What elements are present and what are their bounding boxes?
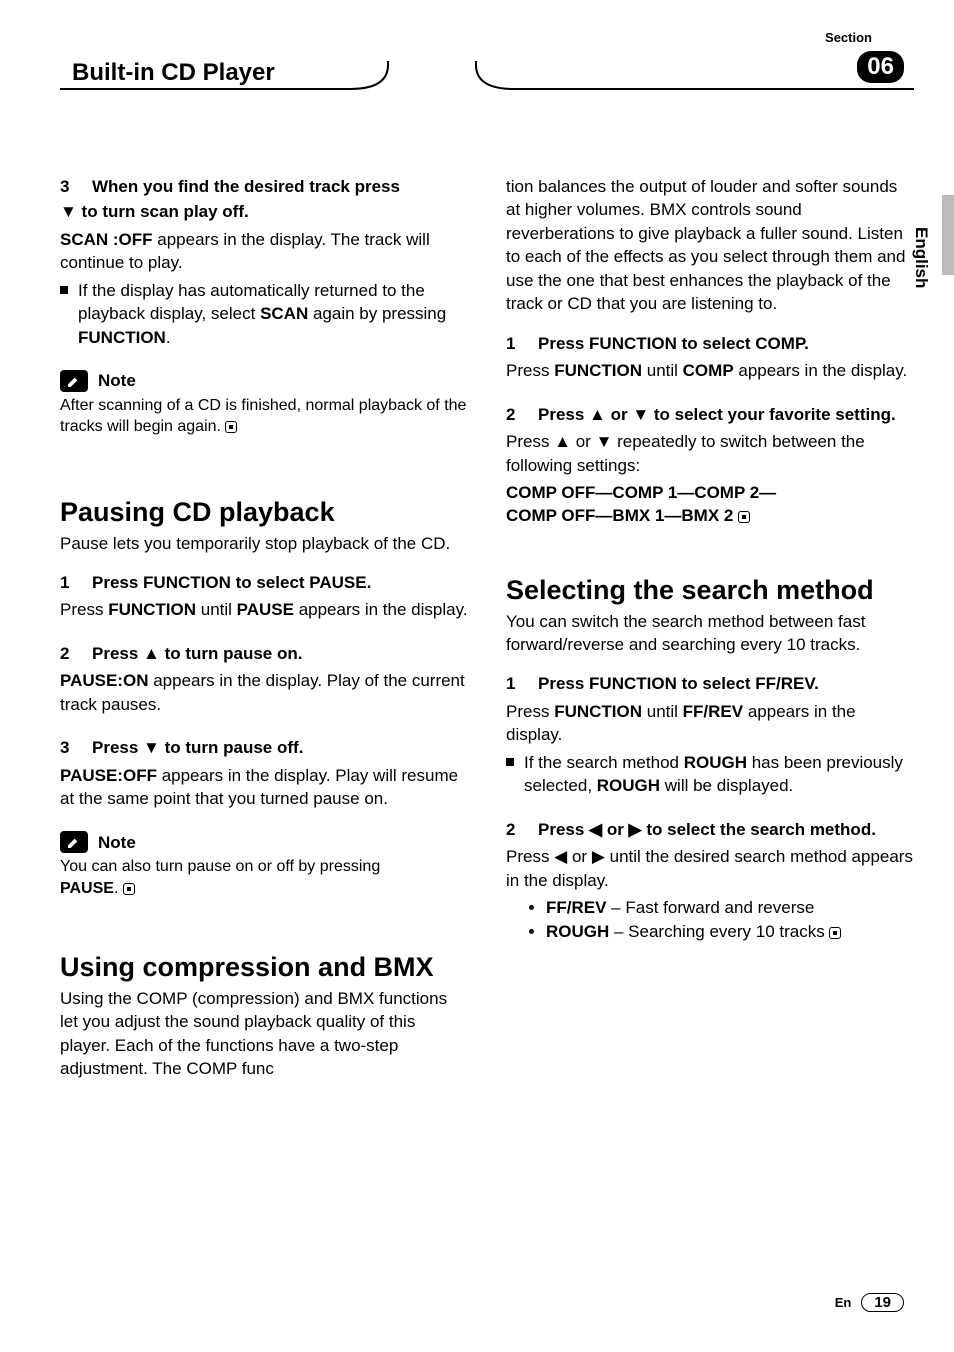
footer-lang: En: [835, 1295, 852, 1310]
footer-page-number: 19: [861, 1293, 904, 1312]
t: – Searching every 10 tracks: [609, 922, 824, 941]
pause-step1: 1Press FUNCTION to select PAUSE. Press F…: [60, 571, 468, 622]
search-s1-lead: Press FUNCTION to select FF/REV.: [538, 674, 819, 693]
scan-bullet-c: again by pressing: [308, 304, 446, 323]
t: appears in the display.: [734, 361, 908, 380]
list-item: ROUGH – Searching every 10 tracks: [546, 920, 914, 943]
t: ROUGH: [597, 776, 660, 795]
pause-s2-lead: Press ▲ to turn pause on.: [92, 644, 302, 663]
comp-s2-lead: Press ▲ or ▼ to select your favorite set…: [538, 405, 896, 424]
pill-outline-right: [474, 55, 914, 91]
t: PAUSE: [60, 880, 114, 897]
end-mark-icon: [123, 883, 135, 895]
t: COMP: [683, 361, 734, 380]
note-row: Note: [60, 369, 468, 392]
t: Press: [506, 702, 554, 721]
t: until: [196, 600, 237, 619]
t: ROUGH: [546, 922, 609, 941]
search-s2-lead: Press ◀ or ▶ to select the search method…: [538, 820, 876, 839]
square-bullet-icon: [506, 758, 514, 766]
search-heading: Selecting the search method: [506, 576, 914, 606]
chapter-number-badge: 06: [857, 51, 904, 83]
t: PAUSE:OFF: [60, 766, 157, 785]
search-intro: You can switch the search method between…: [506, 610, 914, 657]
t: ROUGH: [684, 753, 747, 772]
header: Section Built-in CD Player 06 English: [60, 55, 914, 105]
t: PAUSE: [237, 600, 294, 619]
t: COMP 1: [612, 483, 677, 502]
pause-s1-lead: Press FUNCTION to select PAUSE.: [92, 573, 371, 592]
page: Section Built-in CD Player 06 English 3W…: [0, 0, 954, 1352]
t: COMP 2: [694, 483, 759, 502]
t: FUNCTION: [108, 600, 196, 619]
square-bullet-icon: [60, 286, 68, 294]
pause-note-body: You can also turn pause on or off by pre…: [60, 856, 468, 899]
comp-step1: 1Press FUNCTION to select COMP. Press FU…: [506, 332, 914, 383]
comp-step2: 2Press ▲ or ▼ to select your favorite se…: [506, 403, 914, 528]
t: COMP OFF: [506, 506, 595, 525]
t: If the search method: [524, 753, 684, 772]
t: until: [642, 702, 683, 721]
comp-s1-lead: Press FUNCTION to select COMP.: [538, 334, 809, 353]
scan-note-body: After scanning of a CD is finished, norm…: [60, 395, 468, 438]
end-mark-icon: [738, 511, 750, 523]
pause-s3-lead: Press ▼ to turn pause off.: [92, 738, 303, 757]
comp-cont: tion balances the output of louder and s…: [506, 175, 914, 316]
footer: En 19: [835, 1293, 904, 1312]
t: appears in the display.: [294, 600, 468, 619]
comp-settings: COMP OFF—COMP 1—COMP 2— COMP OFF—BMX 1—B…: [506, 481, 914, 528]
list-item: FF/REV – Fast forward and reverse: [546, 896, 914, 919]
scan-bullet-b: SCAN: [260, 304, 308, 323]
language-tab: [942, 195, 954, 275]
search-step2: 2Press ◀ or ▶ to select the search metho…: [506, 818, 914, 943]
chapter-number-pill: 06: [474, 55, 914, 91]
pause-heading: Pausing CD playback: [60, 498, 468, 528]
comp-intro: Using the COMP (compression) and BMX fun…: [60, 987, 468, 1081]
note-label-2: Note: [98, 831, 136, 854]
t: FUNCTION: [554, 361, 642, 380]
t: until: [642, 361, 683, 380]
pause-step2: 2Press ▲ to turn pause on. PAUSE:ON appe…: [60, 642, 468, 716]
section-label: Section: [825, 30, 872, 45]
note-pencil-icon: [60, 831, 88, 853]
scan-off-label: SCAN :OFF: [60, 230, 153, 249]
right-column: tion balances the output of louder and s…: [506, 175, 914, 1085]
comp-s2-body: Press ▲ or ▼ repeatedly to switch betwee…: [506, 430, 914, 477]
scan-step3: 3When you find the desired track press ▼…: [60, 175, 468, 349]
step3-lead-a: When you find the desired track press: [92, 177, 400, 196]
language-label: English: [911, 227, 931, 288]
t: FF/REV: [546, 898, 606, 917]
t: You can also turn pause on or off by pre…: [60, 858, 380, 875]
t: – Fast forward and reverse: [606, 898, 814, 917]
pause-intro: Pause lets you temporarily stop playback…: [60, 532, 468, 555]
content-columns: 3When you find the desired track press ▼…: [60, 175, 914, 1085]
t: FF/REV: [683, 702, 743, 721]
step3-lead-b: ▼ to turn scan play off.: [60, 200, 468, 223]
t: BMX 2: [681, 506, 733, 525]
scan-note-text: After scanning of a CD is finished, norm…: [60, 397, 466, 436]
t: COMP OFF: [506, 483, 595, 502]
t: will be displayed.: [660, 776, 793, 795]
end-mark-icon: [225, 421, 237, 433]
t: FUNCTION: [554, 702, 642, 721]
t: BMX 1: [612, 506, 664, 525]
pause-step3: 3Press ▼ to turn pause off. PAUSE:OFF ap…: [60, 736, 468, 810]
scan-bullet-d: FUNCTION: [78, 328, 166, 347]
t: Press: [60, 600, 108, 619]
left-column: 3When you find the desired track press ▼…: [60, 175, 468, 1085]
chapter-title: Built-in CD Player: [70, 59, 275, 87]
note-pencil-icon: [60, 370, 88, 392]
search-method-list: FF/REV – Fast forward and reverse ROUGH …: [506, 896, 914, 943]
end-mark-icon: [829, 927, 841, 939]
chapter-title-pill: Built-in CD Player: [60, 55, 285, 91]
search-step1: 1Press FUNCTION to select FF/REV. Press …: [506, 672, 914, 797]
t: Press: [506, 361, 554, 380]
search-s2-body: Press ◀ or ▶ until the desired search me…: [506, 845, 914, 892]
comp-heading: Using compression and BMX: [60, 953, 468, 983]
note-row-2: Note: [60, 831, 468, 854]
t: PAUSE:ON: [60, 671, 148, 690]
note-label: Note: [98, 369, 136, 392]
